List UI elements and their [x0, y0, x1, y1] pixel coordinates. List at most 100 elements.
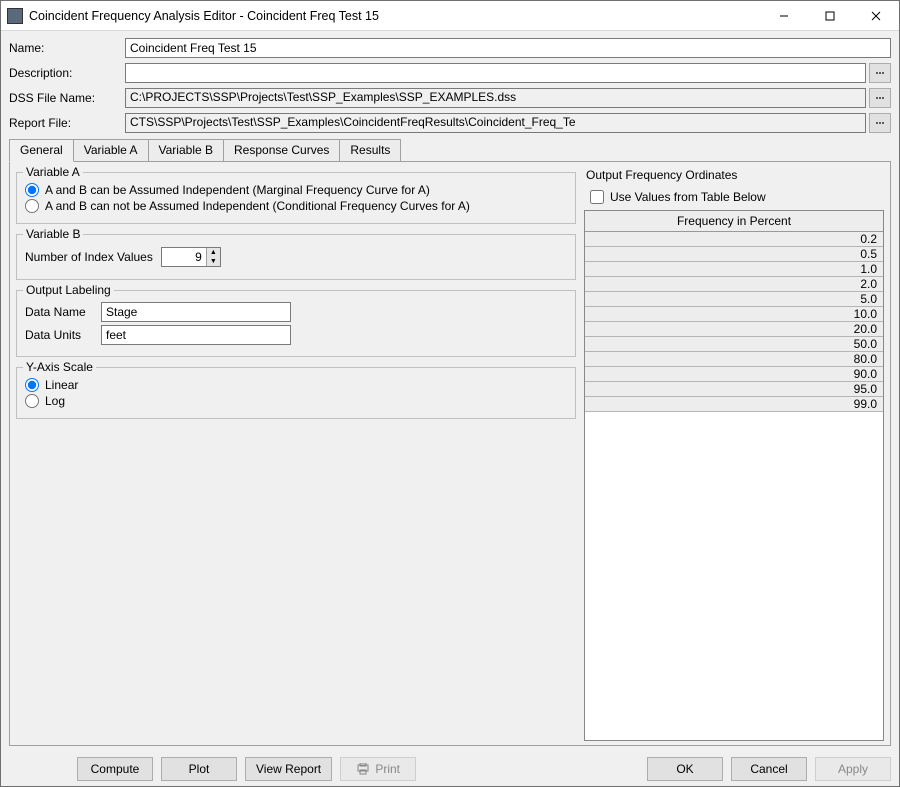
titlebar: Coincident Frequency Analysis Editor - C… [1, 1, 899, 31]
num-index-label: Number of Index Values [25, 250, 153, 264]
output-labeling-legend: Output Labeling [23, 283, 114, 297]
tab-variable-a[interactable]: Variable A [73, 139, 149, 161]
client-area: Name: Description: DSS File Name: C:\PRO… [1, 31, 899, 752]
dss-label: DSS File Name: [9, 91, 125, 105]
name-input[interactable] [125, 38, 891, 58]
row-name: Name: [9, 37, 891, 59]
row-description: Description: [9, 62, 891, 84]
num-index-input[interactable] [162, 248, 206, 266]
print-label: Print [375, 762, 400, 776]
data-name-input[interactable] [101, 302, 291, 322]
frequency-row[interactable]: 99.0 [585, 397, 883, 412]
use-table-label: Use Values from Table Below [610, 190, 766, 204]
description-label: Description: [9, 66, 125, 80]
frequency-table-header: Frequency in Percent [585, 211, 883, 232]
use-table-check[interactable]: Use Values from Table Below [590, 190, 884, 204]
radio-conditional-label: A and B can not be Assumed Independent (… [45, 199, 470, 213]
frequency-table-body[interactable]: 0.20.51.02.05.010.020.050.080.090.095.09… [585, 232, 883, 740]
frequency-row[interactable]: 0.2 [585, 232, 883, 247]
frequency-row[interactable]: 10.0 [585, 307, 883, 322]
app-icon [7, 8, 23, 24]
ellipsis-icon [875, 96, 885, 100]
ellipsis-icon [875, 121, 885, 125]
radio-log[interactable]: Log [25, 394, 567, 408]
spinner-buttons: ▲ ▼ [206, 248, 220, 266]
radio-independent-input[interactable] [25, 183, 39, 197]
report-browse-button[interactable] [869, 113, 891, 133]
radio-conditional-input[interactable] [25, 199, 39, 213]
description-input[interactable] [125, 63, 866, 83]
tab-variable-b[interactable]: Variable B [148, 139, 224, 161]
frequency-row[interactable]: 1.0 [585, 262, 883, 277]
group-variable-a: Variable A A and B can be Assumed Indepe… [16, 172, 576, 224]
dss-browse-button[interactable] [869, 88, 891, 108]
view-report-button[interactable]: View Report [245, 757, 332, 781]
maximize-button[interactable] [807, 1, 853, 31]
radio-conditional[interactable]: A and B can not be Assumed Independent (… [25, 199, 567, 213]
frequency-table: Frequency in Percent 0.20.51.02.05.010.0… [584, 210, 884, 741]
variable-b-legend: Variable B [23, 227, 83, 241]
group-variable-b: Variable B Number of Index Values ▲ ▼ [16, 234, 576, 280]
window: Coincident Frequency Analysis Editor - C… [0, 0, 900, 787]
data-units-input[interactable] [101, 325, 291, 345]
name-label: Name: [9, 41, 125, 55]
radio-linear[interactable]: Linear [25, 378, 567, 392]
data-units-label: Data Units [25, 328, 95, 342]
num-index-row: Number of Index Values ▲ ▼ [25, 247, 567, 267]
tab-general[interactable]: General [9, 139, 74, 162]
plot-button[interactable]: Plot [161, 757, 237, 781]
radio-linear-input[interactable] [25, 378, 39, 392]
tabstrip: General Variable A Variable B Response C… [9, 140, 891, 162]
spinner-up[interactable]: ▲ [206, 248, 220, 257]
description-browse-button[interactable] [869, 63, 891, 83]
tab-results[interactable]: Results [339, 139, 401, 161]
frequency-row[interactable]: 50.0 [585, 337, 883, 352]
close-icon [871, 11, 881, 21]
row-report-file: Report File: CTS\SSP\Projects\Test\SSP_E… [9, 112, 891, 134]
window-title: Coincident Frequency Analysis Editor - C… [29, 9, 761, 23]
minimize-button[interactable] [761, 1, 807, 31]
dss-file-field: C:\PROJECTS\SSP\Projects\Test\SSP_Exampl… [125, 88, 866, 108]
data-name-label: Data Name [25, 305, 95, 319]
ellipsis-icon [875, 71, 885, 75]
group-y-axis-scale: Y-Axis Scale Linear Log [16, 367, 576, 419]
row-dss-file: DSS File Name: C:\PROJECTS\SSP\Projects\… [9, 87, 891, 109]
report-label: Report File: [9, 116, 125, 130]
bottom-bar: Compute Plot View Report Print OK Cancel… [1, 752, 899, 786]
form-rows: Name: Description: DSS File Name: C:\PRO… [9, 37, 891, 134]
ok-button[interactable]: OK [647, 757, 723, 781]
frequency-row[interactable]: 2.0 [585, 277, 883, 292]
print-icon [356, 763, 370, 775]
data-name-row: Data Name [25, 302, 567, 322]
variable-a-legend: Variable A [23, 165, 83, 179]
compute-button[interactable]: Compute [77, 757, 153, 781]
radio-independent[interactable]: A and B can be Assumed Independent (Marg… [25, 183, 567, 197]
apply-button: Apply [815, 757, 891, 781]
maximize-icon [825, 11, 835, 21]
report-file-field: CTS\SSP\Projects\Test\SSP_Examples\Coinc… [125, 113, 866, 133]
frequency-row[interactable]: 5.0 [585, 292, 883, 307]
frequency-row[interactable]: 80.0 [585, 352, 883, 367]
frequency-row[interactable]: 90.0 [585, 367, 883, 382]
y-axis-legend: Y-Axis Scale [23, 360, 96, 374]
print-button: Print [340, 757, 416, 781]
frequency-row[interactable]: 95.0 [585, 382, 883, 397]
radio-log-input[interactable] [25, 394, 39, 408]
radio-independent-label: A and B can be Assumed Independent (Marg… [45, 183, 430, 197]
cancel-button[interactable]: Cancel [731, 757, 807, 781]
radio-linear-label: Linear [45, 378, 78, 392]
use-table-checkbox[interactable] [590, 190, 604, 204]
num-index-spinner[interactable]: ▲ ▼ [161, 247, 221, 267]
spinner-down[interactable]: ▼ [206, 257, 220, 266]
frequency-row[interactable]: 20.0 [585, 322, 883, 337]
close-button[interactable] [853, 1, 899, 31]
right-column: Output Frequency Ordinates Use Values fr… [584, 166, 884, 741]
tab-panel-general: Variable A A and B can be Assumed Indepe… [9, 162, 891, 746]
frequency-row[interactable]: 0.5 [585, 247, 883, 262]
radio-log-label: Log [45, 394, 65, 408]
output-freq-heading: Output Frequency Ordinates [586, 168, 884, 182]
data-units-row: Data Units [25, 325, 567, 345]
tab-response-curves[interactable]: Response Curves [223, 139, 340, 161]
left-column: Variable A A and B can be Assumed Indepe… [16, 166, 576, 741]
minimize-icon [779, 11, 789, 21]
